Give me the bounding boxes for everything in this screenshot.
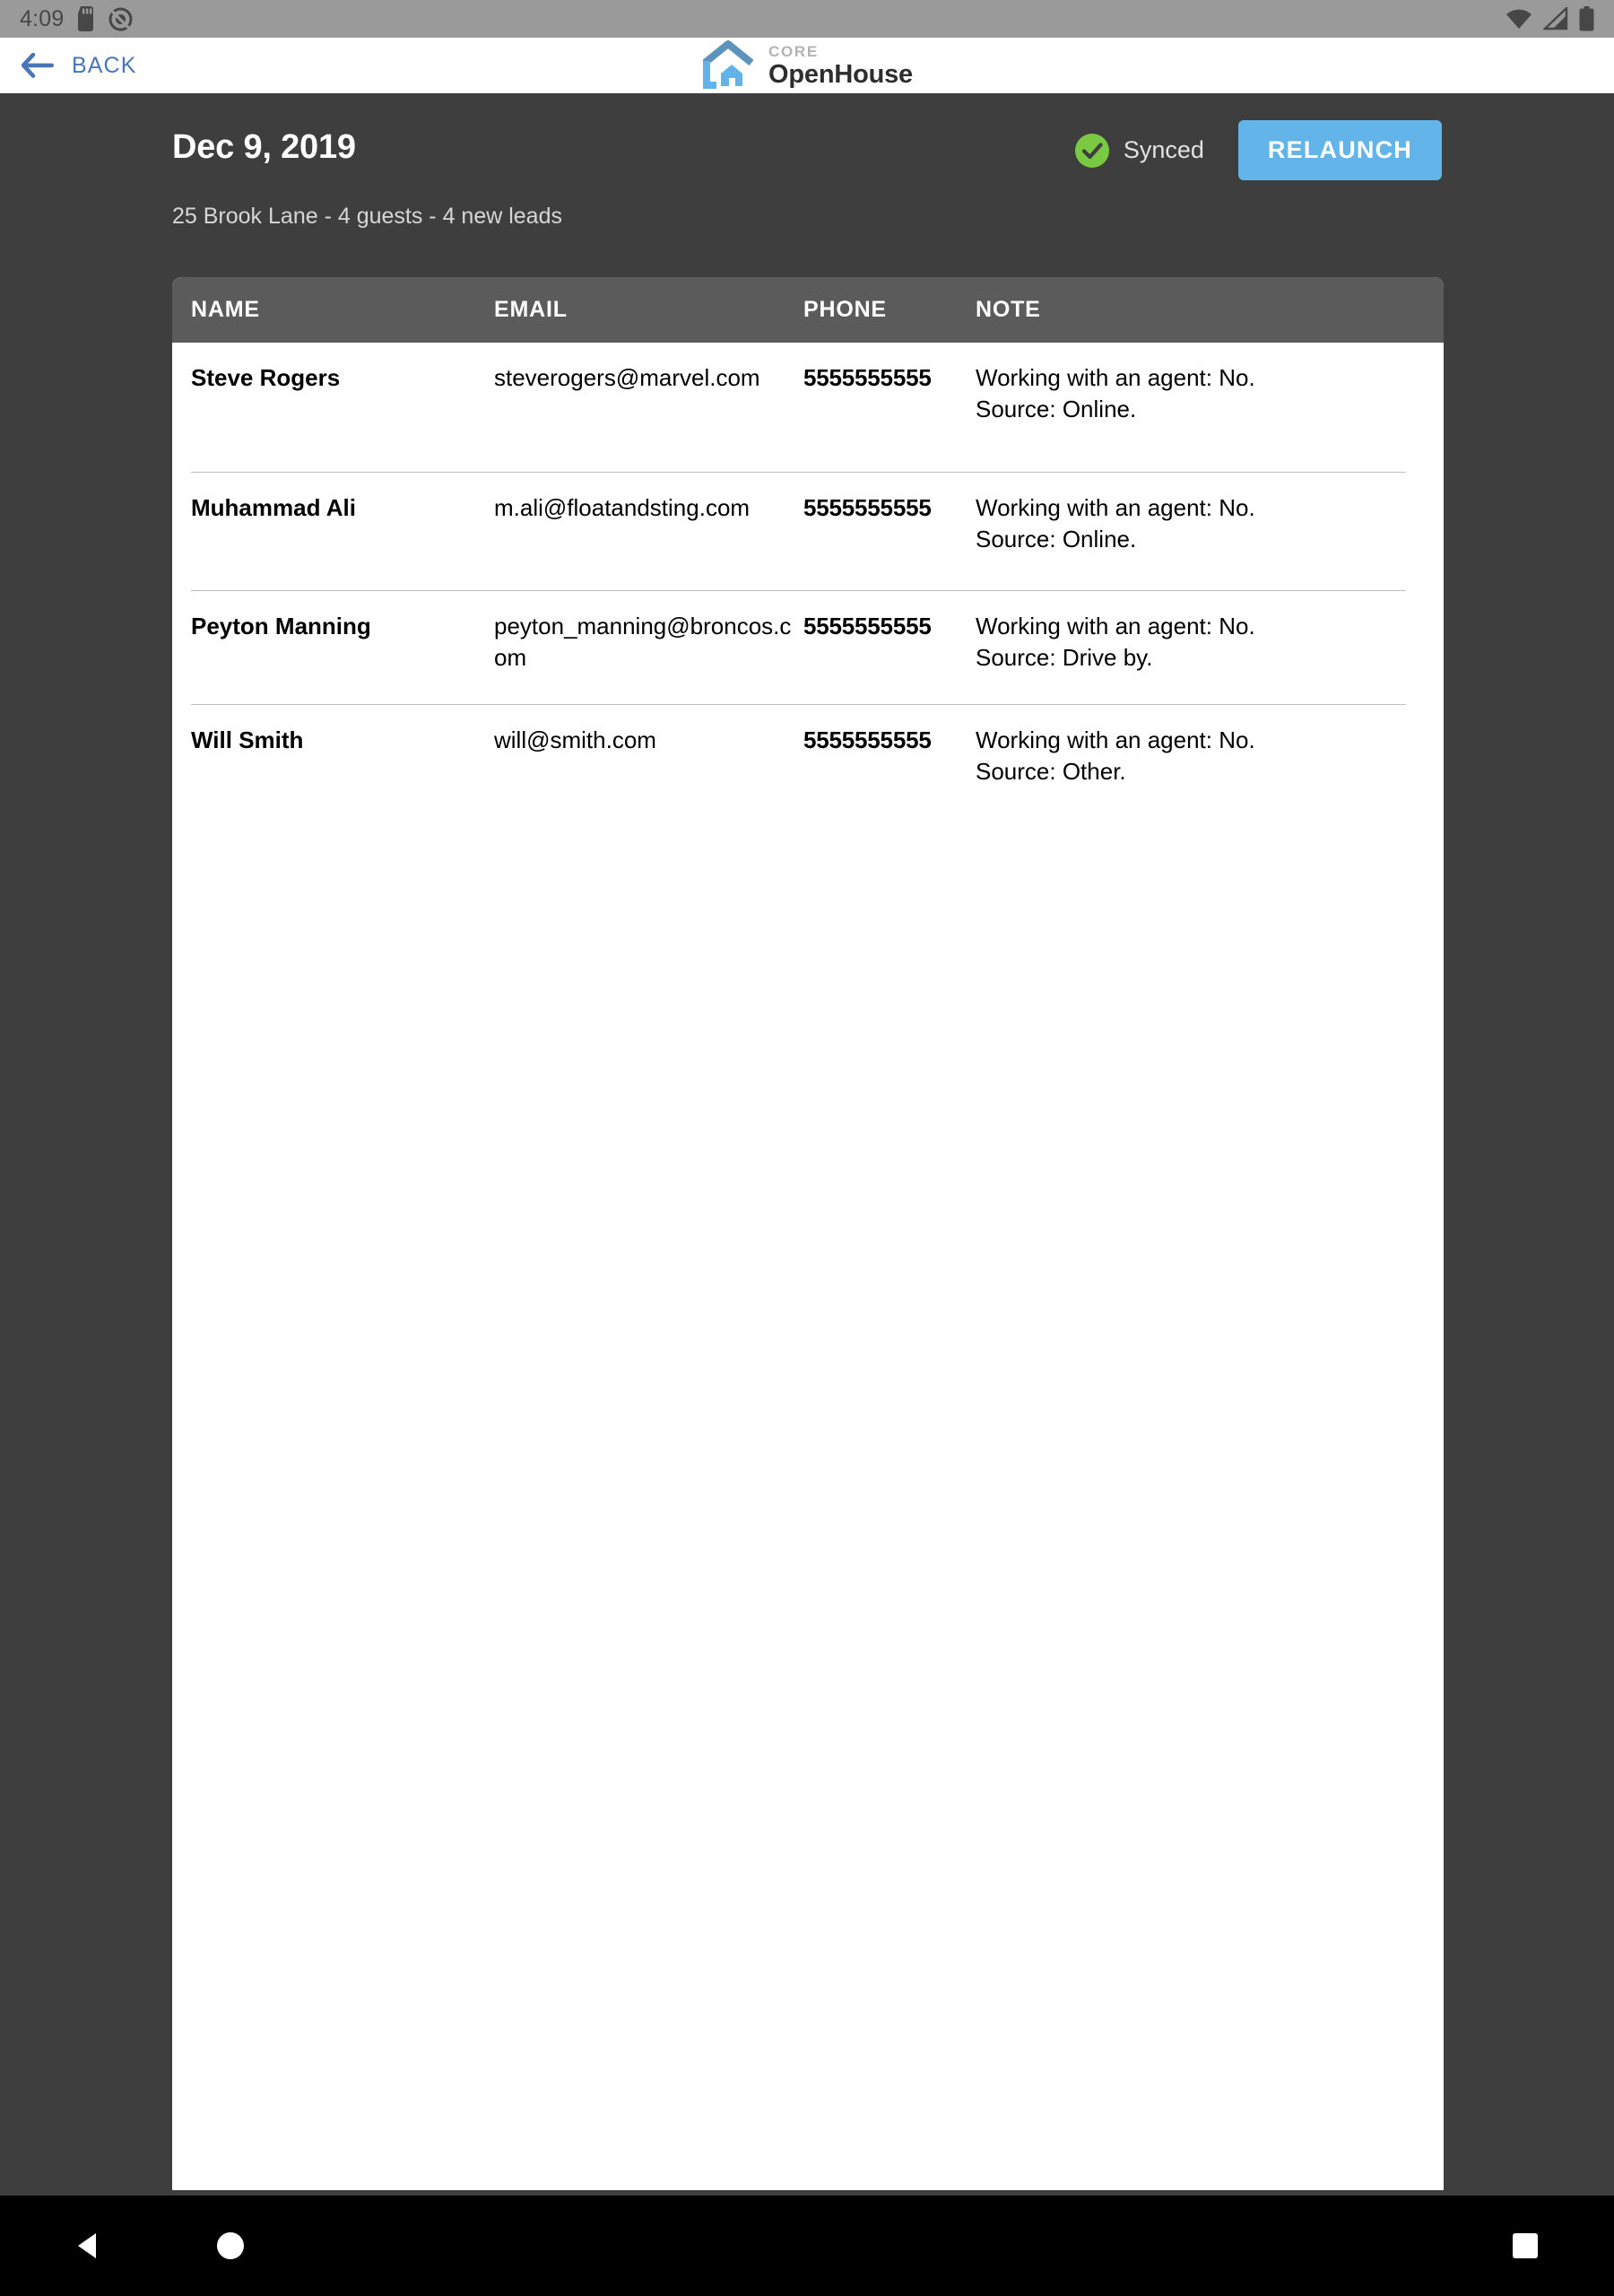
table-row[interactable]: Muhammad Ali m.ali@floatandsting.com 555…: [172, 473, 1444, 554]
arrow-left-icon: [22, 53, 54, 78]
cell-signal-icon: [1543, 7, 1568, 30]
row-spacer: [172, 424, 1444, 472]
row-spacer: [172, 673, 1444, 704]
triangle-back-icon[interactable]: [70, 2227, 108, 2265]
table-body: Steve Rogers steverogers@marvel.com 5555…: [172, 343, 1444, 787]
column-header-phone: PHONE: [803, 297, 887, 322]
square-recents-icon[interactable]: [1506, 2227, 1544, 2265]
app-top-bar: BACK CORE OpenHouse: [0, 38, 1614, 93]
cell-name: Steve Rogers: [191, 364, 341, 391]
do-not-disturb-icon: [108, 7, 133, 30]
page-title: Dec 9, 2019: [172, 128, 356, 166]
relaunch-button[interactable]: RELAUNCH: [1237, 120, 1442, 180]
page-content: Dec 9, 2019 Synced RELAUNCH 25 Brook Lan…: [0, 93, 1614, 2196]
battery-icon: [1579, 6, 1594, 31]
table-row[interactable]: Steve Rogers steverogers@marvel.com 5555…: [172, 343, 1444, 424]
column-header-name: NAME: [191, 297, 260, 322]
cell-email: will@smith.com: [494, 726, 656, 754]
cell-note: Working with an agent: No. Source: Onlin…: [976, 364, 1255, 422]
back-button-label: BACK: [72, 52, 137, 78]
brand-core-label: CORE: [768, 42, 819, 60]
android-navigation-bar: [0, 2196, 1614, 2296]
house-logo-icon: [702, 40, 754, 89]
status-badge: Synced: [1074, 133, 1204, 168]
cell-note: Working with an agent: No. Source: Other…: [976, 726, 1255, 786]
cell-email: steverogers@marvel.com: [494, 364, 760, 391]
cell-email: m.ali@floatandsting.com: [494, 494, 751, 522]
circle-home-icon[interactable]: [212, 2227, 249, 2265]
column-header-note: NOTE: [976, 297, 1041, 322]
cell-phone: 5555555555: [803, 364, 932, 391]
cell-note: Working with an agent: No. Source: Onlin…: [976, 494, 1255, 552]
status-bar-left: 4:09: [20, 6, 133, 31]
table-row[interactable]: Will Smith will@smith.com 5555555555 Wor…: [172, 705, 1444, 787]
cell-name: Muhammad Ali: [191, 494, 356, 522]
table-header-row: NAME EMAIL PHONE NOTE: [172, 277, 1444, 343]
column-header-email: EMAIL: [494, 297, 568, 322]
cell-phone: 5555555555: [803, 726, 932, 754]
page-subtitle: 25 Brook Lane - 4 guests - 4 new leads: [172, 204, 562, 229]
cell-email: peyton_manning@broncos.com: [494, 613, 792, 671]
status-bar-right: [1506, 6, 1594, 31]
brand-text: CORE OpenHouse: [768, 44, 913, 88]
cell-phone: 5555555555: [803, 613, 932, 640]
cell-note: Working with an agent: No. Source: Drive…: [976, 613, 1255, 671]
android-status-bar: 4:09: [0, 0, 1614, 38]
wifi-icon: [1506, 9, 1532, 29]
back-button[interactable]: BACK: [0, 38, 160, 93]
check-circle-icon: [1074, 133, 1109, 168]
sync-status-label: Synced: [1123, 136, 1204, 163]
leads-table-card: NAME EMAIL PHONE NOTE Steve Rogers steve…: [172, 277, 1444, 2190]
cell-name: Peyton Manning: [191, 613, 371, 640]
table-row[interactable]: Peyton Manning peyton_manning@broncos.co…: [172, 591, 1444, 673]
cell-name: Will Smith: [191, 726, 304, 754]
cell-phone: 5555555555: [803, 494, 932, 522]
header-actions: Synced RELAUNCH: [1074, 120, 1442, 180]
page-header-row: Dec 9, 2019 Synced RELAUNCH: [172, 120, 1442, 180]
sd-card-icon: [78, 6, 94, 31]
row-spacer: [172, 554, 1444, 590]
status-bar-clock: 4:09: [20, 5, 65, 31]
brand-name-label: OpenHouse: [768, 59, 913, 89]
brand-logo: CORE OpenHouse: [701, 39, 913, 91]
